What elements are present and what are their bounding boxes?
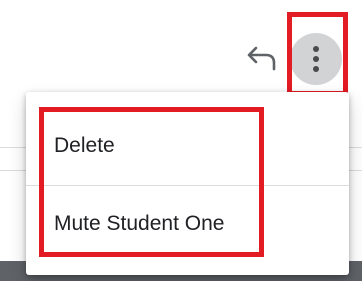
reply-arrow-icon[interactable]	[246, 42, 280, 76]
menu-item-delete[interactable]: Delete	[26, 104, 349, 188]
menu-item-mute-student[interactable]: Mute Student One	[26, 182, 349, 266]
options-menu: Delete Mute Student One	[26, 92, 349, 275]
menu-item-label: Mute Student One	[54, 212, 225, 235]
more-vertical-icon	[313, 46, 319, 72]
menu-item-label: Delete	[54, 134, 115, 157]
more-options-button[interactable]	[290, 33, 342, 85]
